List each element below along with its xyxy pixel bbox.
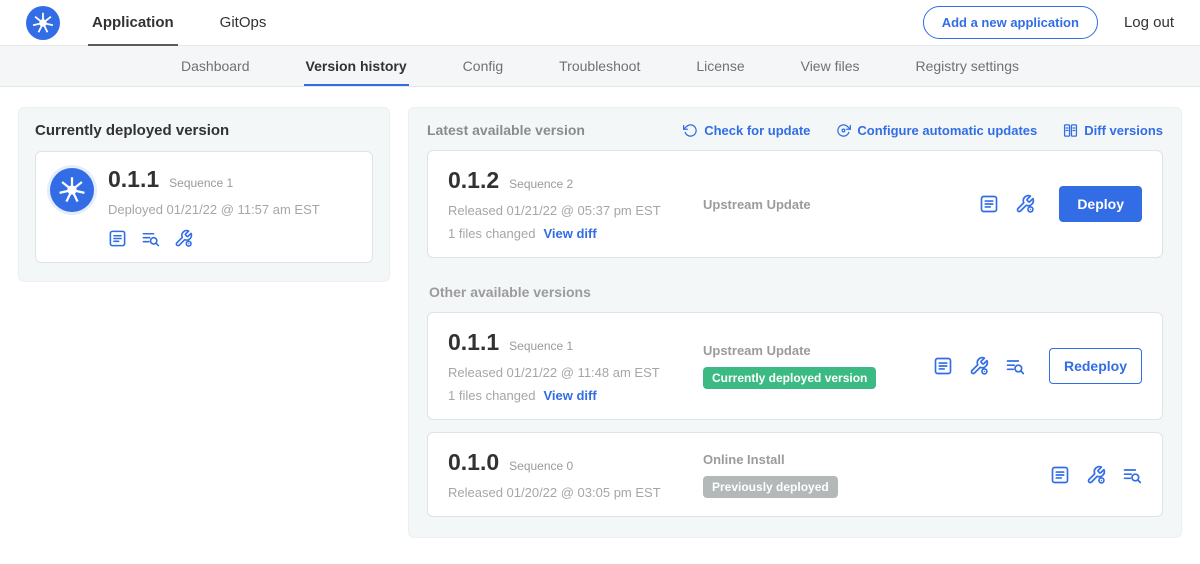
tab-gitops-label: GitOps — [220, 14, 267, 31]
released-timestamp: Released 01/21/22 @ 05:37 pm EST — [448, 203, 703, 218]
versions-panel-actions: Check for update Configure automatic upd… — [683, 123, 1163, 138]
subnav-version-history[interactable]: Version history — [304, 46, 409, 86]
check-for-update-label: Check for update — [704, 123, 810, 138]
version-card-info: 0.1.0 Sequence 0 Released 01/20/22 @ 03:… — [448, 449, 703, 500]
subnav-view-files[interactable]: View files — [799, 46, 862, 86]
configure-automatic-updates-link[interactable]: Configure automatic updates — [836, 123, 1037, 138]
version-history-panel: Latest available version Check for updat… — [408, 107, 1182, 538]
check-update-icon — [683, 123, 698, 138]
deployed-panel-title: Currently deployed version — [35, 122, 373, 139]
source-label: Upstream Update — [703, 197, 811, 212]
version-card-actions: Redeploy — [933, 348, 1142, 384]
view-diff-link[interactable]: View diff — [543, 388, 596, 403]
logout-link[interactable]: Log out — [1124, 14, 1174, 31]
config-icon[interactable] — [969, 356, 989, 376]
other-versions-title: Other available versions — [429, 284, 1163, 300]
released-timestamp: Released 01/20/22 @ 03:05 pm EST — [448, 485, 703, 500]
files-changed-label: 1 files changed — [448, 226, 535, 241]
release-notes-icon[interactable] — [979, 194, 999, 214]
version-number: 0.1.2 — [448, 167, 499, 194]
version-card-info: 0.1.1 Sequence 1 Released 01/21/22 @ 11:… — [448, 329, 703, 403]
add-application-button[interactable]: Add a new application — [923, 6, 1098, 39]
main-content: Currently deployed version 0.1.1 Sequenc… — [0, 87, 1200, 558]
files-changed-label: 1 files changed — [448, 388, 535, 403]
version-source: Upstream Update Currently deployed versi… — [703, 343, 933, 389]
sequence-label: Sequence 0 — [509, 459, 573, 473]
sequence-label: Sequence 2 — [509, 177, 573, 191]
deployed-version-number: 0.1.1 — [108, 166, 159, 193]
config-icon[interactable] — [174, 229, 193, 248]
deploy-logs-icon[interactable] — [1005, 356, 1025, 376]
latest-version-title: Latest available version — [427, 122, 585, 138]
deploy-button[interactable]: Deploy — [1059, 186, 1142, 222]
version-card-actions — [1050, 465, 1142, 485]
config-icon[interactable] — [1015, 194, 1035, 214]
app-subnav: Dashboard Version history Config Trouble… — [0, 46, 1200, 87]
currently-deployed-panel: Currently deployed version 0.1.1 Sequenc… — [18, 107, 390, 282]
deployed-version-info: 0.1.1 Sequence 1 Deployed 01/21/22 @ 11:… — [108, 166, 320, 248]
release-notes-icon[interactable] — [1050, 465, 1070, 485]
subnav-registry-settings[interactable]: Registry settings — [914, 46, 1021, 86]
version-source: Online Install Previously deployed — [703, 452, 1050, 498]
version-card-0-1-0: 0.1.0 Sequence 0 Released 01/20/22 @ 03:… — [427, 432, 1163, 517]
top-header: Application GitOps Add a new application… — [0, 0, 1200, 46]
version-number: 0.1.0 — [448, 449, 499, 476]
view-diff-link[interactable]: View diff — [543, 226, 596, 241]
app-logo-icon — [50, 168, 94, 212]
released-timestamp: Released 01/21/22 @ 11:48 am EST — [448, 365, 703, 380]
release-notes-icon[interactable] — [108, 229, 127, 248]
diff-versions-icon — [1063, 123, 1078, 138]
kubernetes-logo-icon — [26, 6, 60, 40]
source-label: Online Install — [703, 452, 785, 467]
release-notes-icon[interactable] — [933, 356, 953, 376]
deployed-sequence-label: Sequence 1 — [169, 176, 233, 190]
version-source: Upstream Update — [703, 197, 979, 212]
version-card-0-1-2: 0.1.2 Sequence 2 Released 01/21/22 @ 05:… — [427, 150, 1163, 258]
diff-versions-link[interactable]: Diff versions — [1063, 123, 1163, 138]
subnav-license[interactable]: License — [694, 46, 746, 86]
versions-panel-header: Latest available version Check for updat… — [427, 122, 1163, 138]
previously-deployed-badge: Previously deployed — [703, 476, 838, 498]
check-for-update-link[interactable]: Check for update — [683, 123, 810, 138]
deploy-logs-icon[interactable] — [1122, 465, 1142, 485]
tab-gitops[interactable]: GitOps — [216, 0, 271, 46]
subnav-config[interactable]: Config — [461, 46, 505, 86]
tab-application-label: Application — [92, 14, 174, 31]
tab-application[interactable]: Application — [88, 0, 178, 46]
top-tabs: Application GitOps — [88, 0, 308, 46]
configure-updates-icon — [836, 123, 851, 138]
currently-deployed-badge: Currently deployed version — [703, 367, 876, 389]
configure-automatic-updates-label: Configure automatic updates — [857, 123, 1037, 138]
sequence-label: Sequence 1 — [509, 339, 573, 353]
deployed-version-card: 0.1.1 Sequence 1 Deployed 01/21/22 @ 11:… — [35, 151, 373, 263]
diff-versions-label: Diff versions — [1084, 123, 1163, 138]
subnav-troubleshoot[interactable]: Troubleshoot — [557, 46, 642, 86]
source-label: Upstream Update — [703, 343, 811, 358]
version-card-actions: Deploy — [979, 186, 1142, 222]
version-card-info: 0.1.2 Sequence 2 Released 01/21/22 @ 05:… — [448, 167, 703, 241]
version-number: 0.1.1 — [448, 329, 499, 356]
config-icon[interactable] — [1086, 465, 1106, 485]
deployed-timestamp: Deployed 01/21/22 @ 11:57 am EST — [108, 202, 320, 217]
redeploy-button[interactable]: Redeploy — [1049, 348, 1142, 384]
subnav-dashboard[interactable]: Dashboard — [179, 46, 252, 86]
version-card-0-1-1: 0.1.1 Sequence 1 Released 01/21/22 @ 11:… — [427, 312, 1163, 420]
deploy-logs-icon[interactable] — [141, 229, 160, 248]
